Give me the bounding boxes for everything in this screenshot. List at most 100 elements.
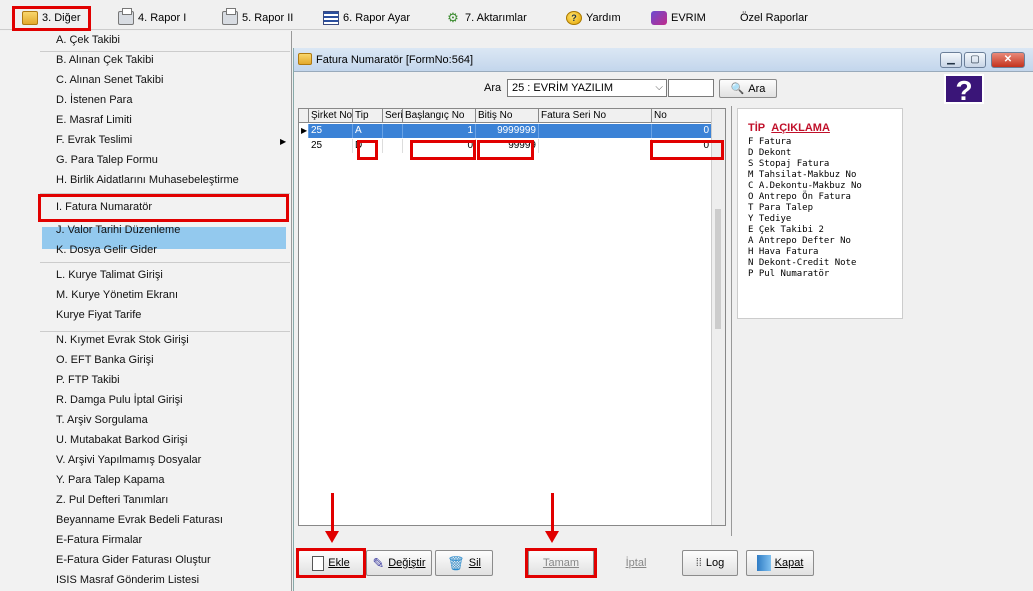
- evrim-icon: [651, 11, 667, 25]
- menu-diger[interactable]: 3. Diğer: [22, 7, 81, 29]
- menu-separator: [40, 51, 290, 52]
- iptal-button[interactable]: İptal: [604, 550, 668, 576]
- cell-no[interactable]: 0: [652, 139, 712, 153]
- cell-seri[interactable]: [383, 124, 403, 138]
- dropdown-item[interactable]: E. Masraf Limiti: [56, 114, 132, 126]
- cell-sirket[interactable]: 25: [309, 139, 353, 153]
- cell-bitis[interactable]: 99999: [476, 139, 539, 153]
- menu-label: 5. Rapor II: [242, 12, 294, 24]
- explain-line: F Fatura: [748, 137, 792, 147]
- dropdown-item[interactable]: T. Arşiv Sorgulama: [56, 414, 148, 426]
- dropdown-item[interactable]: E-Fatura Gider Faturası Oluştur: [56, 554, 211, 566]
- window-titlebar: Fatura Numaratör [FormNo:564] ▁ ▢ ✕: [294, 48, 1033, 72]
- col-tip[interactable]: Tip: [353, 109, 383, 123]
- cell-seri[interactable]: [383, 139, 403, 153]
- red-arrow-tamam: [545, 493, 559, 543]
- dropdown-item[interactable]: L. Kurye Talimat Girişi: [56, 269, 163, 281]
- company-select[interactable]: 25 : EVRİM YAZILIM ⌵: [507, 79, 667, 97]
- col-fatura-seri-no[interactable]: Fatura Seri No: [539, 109, 652, 123]
- col-seri[interactable]: Seri: [383, 109, 403, 123]
- dropdown-item[interactable]: V. Arşivi Yapılmamış Dosyalar: [56, 454, 201, 466]
- log-icon: ⁞⁞: [695, 557, 702, 569]
- dropdown-item[interactable]: M. Kurye Yönetim Ekranı: [56, 289, 178, 301]
- dropdown-item[interactable]: F. Evrak Teslimi: [56, 134, 132, 146]
- sil-label: Sil: [468, 557, 481, 569]
- menu-aktarimlar[interactable]: ⚙ 7. Aktarımlar: [445, 7, 527, 29]
- kapat-button[interactable]: Kapat: [746, 550, 814, 576]
- dropdown-item[interactable]: N. Kıymet Evrak Stok Girişi: [56, 334, 189, 346]
- explain-heading: TİP AÇIKLAMA: [748, 122, 830, 134]
- scrollbar-thumb[interactable]: [715, 209, 721, 329]
- dropdown-item[interactable]: B. Alınan Çek Takibi: [56, 54, 154, 66]
- dropdown-item[interactable]: U. Mutabakat Barkod Girişi: [56, 434, 187, 446]
- dropdown-item[interactable]: G. Para Talep Formu: [56, 154, 158, 166]
- dropdown-item[interactable]: Kurye Fiyat Tarife: [56, 309, 141, 321]
- dropdown-item[interactable]: E-Fatura Firmalar: [56, 534, 142, 546]
- magnifier-icon: 🔍: [730, 83, 745, 95]
- menu-rapor-ayar[interactable]: 6. Rapor Ayar: [323, 7, 410, 29]
- menu-label: 4. Rapor I: [138, 12, 187, 24]
- dropdown-item[interactable]: H. Birlik Aidatlarını Muhasebeleştirme: [56, 174, 239, 186]
- col-sirket-no[interactable]: Şirket No: [309, 109, 353, 123]
- explain-line: Y Tediye: [748, 214, 792, 224]
- menu-separator: [40, 262, 290, 263]
- cell-tip[interactable]: D: [353, 139, 383, 153]
- dropdown-item[interactable]: Z. Pul Defteri Tanımları: [56, 494, 168, 506]
- tamam-button[interactable]: Tamam: [528, 550, 594, 576]
- printer-icon: [222, 8, 238, 25]
- cell-fatura-seri[interactable]: [539, 139, 652, 153]
- folder-icon: [22, 11, 38, 25]
- log-button[interactable]: ⁞⁞ Log: [682, 550, 738, 576]
- red-arrow-ekle: [325, 493, 339, 543]
- menu-ozel-raporlar[interactable]: Özel Raporlar: [740, 7, 808, 29]
- menu-evrim[interactable]: EVRIM: [651, 7, 706, 29]
- search-button[interactable]: 🔍 Ara: [719, 79, 777, 98]
- col-baslangic-no[interactable]: Başlangıç No: [403, 109, 476, 123]
- dropdown-item[interactable]: O. EFT Banka Girişi: [56, 354, 154, 366]
- close-button[interactable]: ✕: [991, 52, 1025, 68]
- maximize-button[interactable]: ▢: [964, 52, 986, 68]
- dropdown-item[interactable]: ISIS Masraf Gönderim Listesi: [56, 574, 199, 586]
- cell-baslangic[interactable]: 1: [403, 124, 476, 138]
- dropdown-item[interactable]: R. Damga Pulu İptal Girişi: [56, 394, 183, 406]
- dropdown-item[interactable]: K. Dosya Gelir Gider: [56, 244, 157, 256]
- ekle-button[interactable]: Ekle: [298, 550, 364, 576]
- grid-vertical-scrollbar[interactable]: [711, 109, 725, 525]
- dropdown-item[interactable]: I. Fatura Numaratör: [56, 201, 152, 213]
- menu-yardim[interactable]: ? Yardım: [566, 7, 621, 29]
- cell-sirket[interactable]: 25: [309, 124, 353, 138]
- col-no[interactable]: No: [652, 109, 712, 123]
- menu-rapor1[interactable]: 4. Rapor I: [118, 7, 186, 29]
- degistir-button[interactable]: ✎ Değiştir: [366, 550, 432, 576]
- explain-line: D Dekont: [748, 148, 792, 158]
- help-question-icon[interactable]: ?: [944, 74, 984, 106]
- dropdown-item[interactable]: J. Valor Tarihi Düzenleme: [56, 224, 180, 236]
- minimize-button[interactable]: ▁: [940, 52, 962, 68]
- gears-icon: ⚙: [447, 10, 459, 25]
- dropdown-item[interactable]: Beyanname Evrak Bedeli Faturası: [56, 514, 223, 526]
- explain-line: S Stopaj Fatura: [748, 159, 830, 169]
- report-icon: [323, 11, 339, 25]
- search-button-label: Ara: [748, 82, 766, 95]
- cell-fatura-seri[interactable]: [539, 124, 652, 138]
- sil-button[interactable]: 🗑 Sil: [435, 550, 493, 576]
- search-input[interactable]: [668, 79, 714, 97]
- dropdown-item[interactable]: D. İstenen Para: [56, 94, 132, 106]
- degistir-label: Değiştir: [388, 557, 426, 569]
- dropdown-item[interactable]: A. Çek Takibi: [56, 34, 120, 46]
- cell-tip[interactable]: A: [353, 124, 383, 138]
- tamam-label: Tamam: [542, 557, 580, 569]
- col-bitis-no[interactable]: Bitiş No: [476, 109, 539, 123]
- new-document-icon: [312, 555, 325, 571]
- menu-rapor2[interactable]: 5. Rapor II: [222, 7, 293, 29]
- window-title: Fatura Numaratör [FormNo:564]: [316, 54, 474, 66]
- cell-no[interactable]: 0: [652, 124, 712, 138]
- cell-baslangic[interactable]: 0: [403, 139, 476, 153]
- menu-label: EVRIM: [671, 12, 706, 24]
- chevron-down-icon: ⌵: [655, 82, 663, 93]
- dropdown-item[interactable]: C. Alınan Senet Takibi: [56, 74, 163, 86]
- cell-bitis[interactable]: 9999999: [476, 124, 539, 138]
- menu-label: 3. Diğer: [42, 12, 81, 24]
- dropdown-item[interactable]: P. FTP Takibi: [56, 374, 120, 386]
- dropdown-item[interactable]: Y. Para Talep Kapama: [56, 474, 164, 486]
